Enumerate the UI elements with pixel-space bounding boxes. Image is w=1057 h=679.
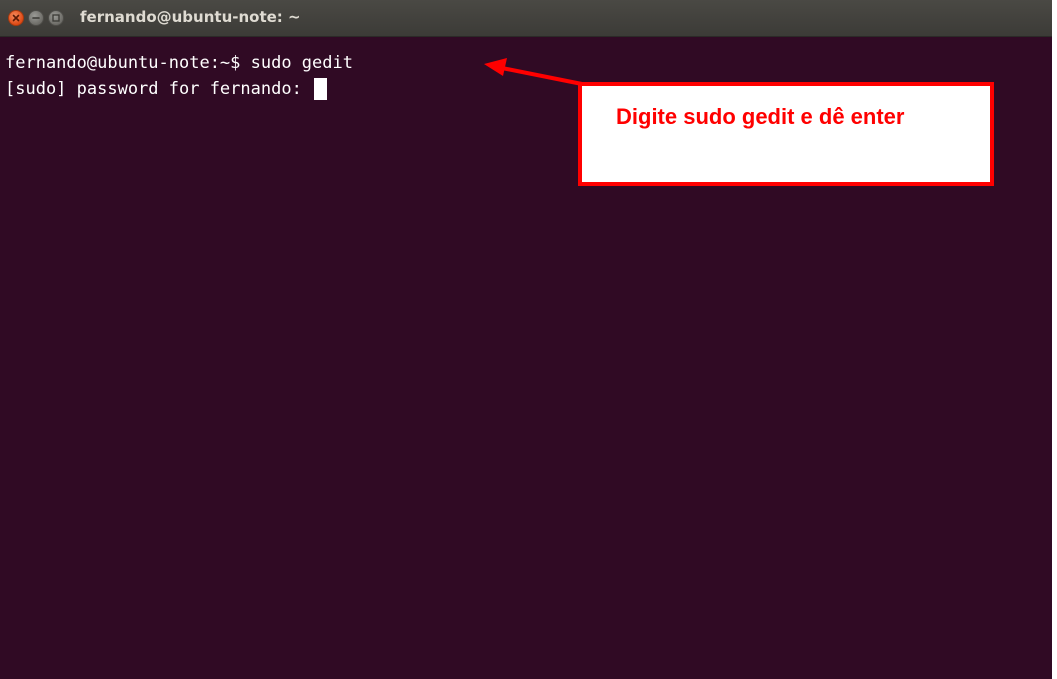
annotation-callout: Digite sudo gedit e dê enter — [578, 82, 994, 186]
terminal-window: fernando@ubuntu-note: ~ fernando@ubuntu-… — [0, 0, 1052, 679]
